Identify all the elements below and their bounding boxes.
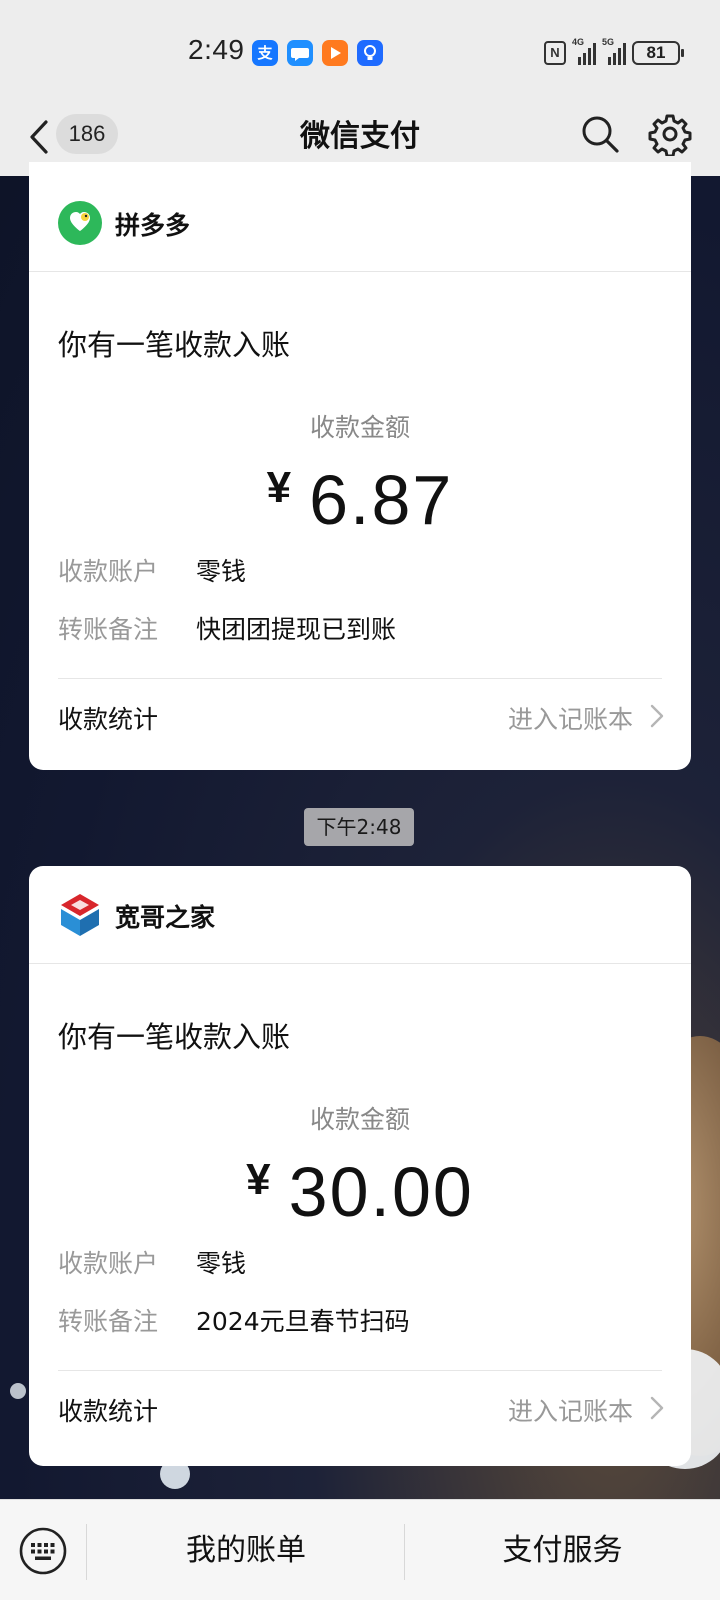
keyboard-icon[interactable]	[18, 1526, 68, 1576]
tips-icon	[357, 40, 383, 66]
signal-4g-icon: 4G	[572, 37, 596, 65]
note-value: 2024元旦春节扫码	[196, 1307, 410, 1336]
chevron-right-icon	[650, 704, 664, 728]
signal-5g-icon: 5G	[602, 37, 626, 65]
amount-label: 收款金额	[309, 413, 410, 442]
card-header[interactable]: 拼多多	[29, 162, 691, 272]
stats-label: 收款统计	[58, 1397, 159, 1426]
status-bar: 2:49 支 N 4G 5G 81	[0, 0, 720, 100]
notice-title: 你有一笔收款入账	[58, 1020, 291, 1054]
signal-5g-label: 5G	[602, 37, 615, 47]
account-label: 收款账户	[58, 1249, 159, 1278]
battery-icon: 81	[632, 41, 684, 65]
chevron-right-icon	[650, 1396, 664, 1420]
amount-row: ¥30.00	[29, 1152, 691, 1232]
note-label: 转账备注	[58, 1307, 159, 1336]
account-value: 零钱	[196, 1249, 247, 1278]
note-value: 快团团提现已到账	[196, 615, 397, 644]
pinduoduo-logo-icon	[58, 201, 102, 245]
signal-4g-label: 4G	[572, 37, 585, 47]
account-value: 零钱	[196, 557, 247, 586]
alipay-icon: 支	[252, 40, 278, 66]
notice-title: 你有一笔收款入账	[58, 328, 291, 362]
status-indicators: N 4G 5G 81	[544, 37, 684, 68]
amount-value: 6.87	[309, 461, 454, 539]
back-arrow-icon[interactable]	[24, 114, 54, 160]
amount-value: 30.00	[288, 1153, 474, 1231]
amount-row: ¥6.87	[29, 460, 691, 540]
stats-row[interactable]: 收款统计 进入记账本	[29, 1370, 691, 1444]
unread-count-badge[interactable]: 186	[56, 114, 118, 154]
stats-row[interactable]: 收款统计 进入记账本	[29, 678, 691, 752]
search-icon[interactable]	[580, 114, 620, 154]
timestamp-chip: 下午2:48	[304, 808, 414, 846]
nfc-icon: N	[544, 41, 566, 65]
payment-card[interactable]: 拼多多 你有一笔收款入账 收款金额 ¥6.87 收款账户 零钱 转账备注 快团团…	[29, 162, 691, 770]
card-header[interactable]: 宽哥之家	[29, 866, 691, 964]
note-label: 转账备注	[58, 615, 159, 644]
currency-symbol: ¥	[266, 463, 292, 512]
status-time: 2:49	[188, 34, 245, 65]
amount-label: 收款金额	[309, 1105, 410, 1134]
stats-label: 收款统计	[58, 705, 159, 734]
ledger-link[interactable]: 进入记账本	[508, 700, 633, 736]
ledger-link[interactable]: 进入记账本	[508, 1392, 633, 1428]
gear-icon[interactable]	[648, 112, 692, 156]
currency-symbol: ¥	[246, 1155, 271, 1204]
background-star	[10, 1383, 26, 1399]
merchant-name: 宽哥之家	[115, 903, 216, 932]
video-icon	[322, 40, 348, 66]
merchant-name: 拼多多	[115, 211, 191, 240]
my-bill-button[interactable]: 我的账单	[87, 1500, 405, 1600]
bottom-menu-bar: 我的账单 支付服务	[0, 1499, 720, 1600]
account-label: 收款账户	[58, 557, 159, 586]
messages-icon	[287, 40, 313, 66]
payment-card[interactable]: 宽哥之家 你有一笔收款入账 收款金额 ¥30.00 收款账户 零钱 转账备注 2…	[29, 866, 691, 1466]
kuange-logo-icon	[61, 894, 99, 936]
payment-service-button[interactable]: 支付服务	[405, 1500, 720, 1600]
